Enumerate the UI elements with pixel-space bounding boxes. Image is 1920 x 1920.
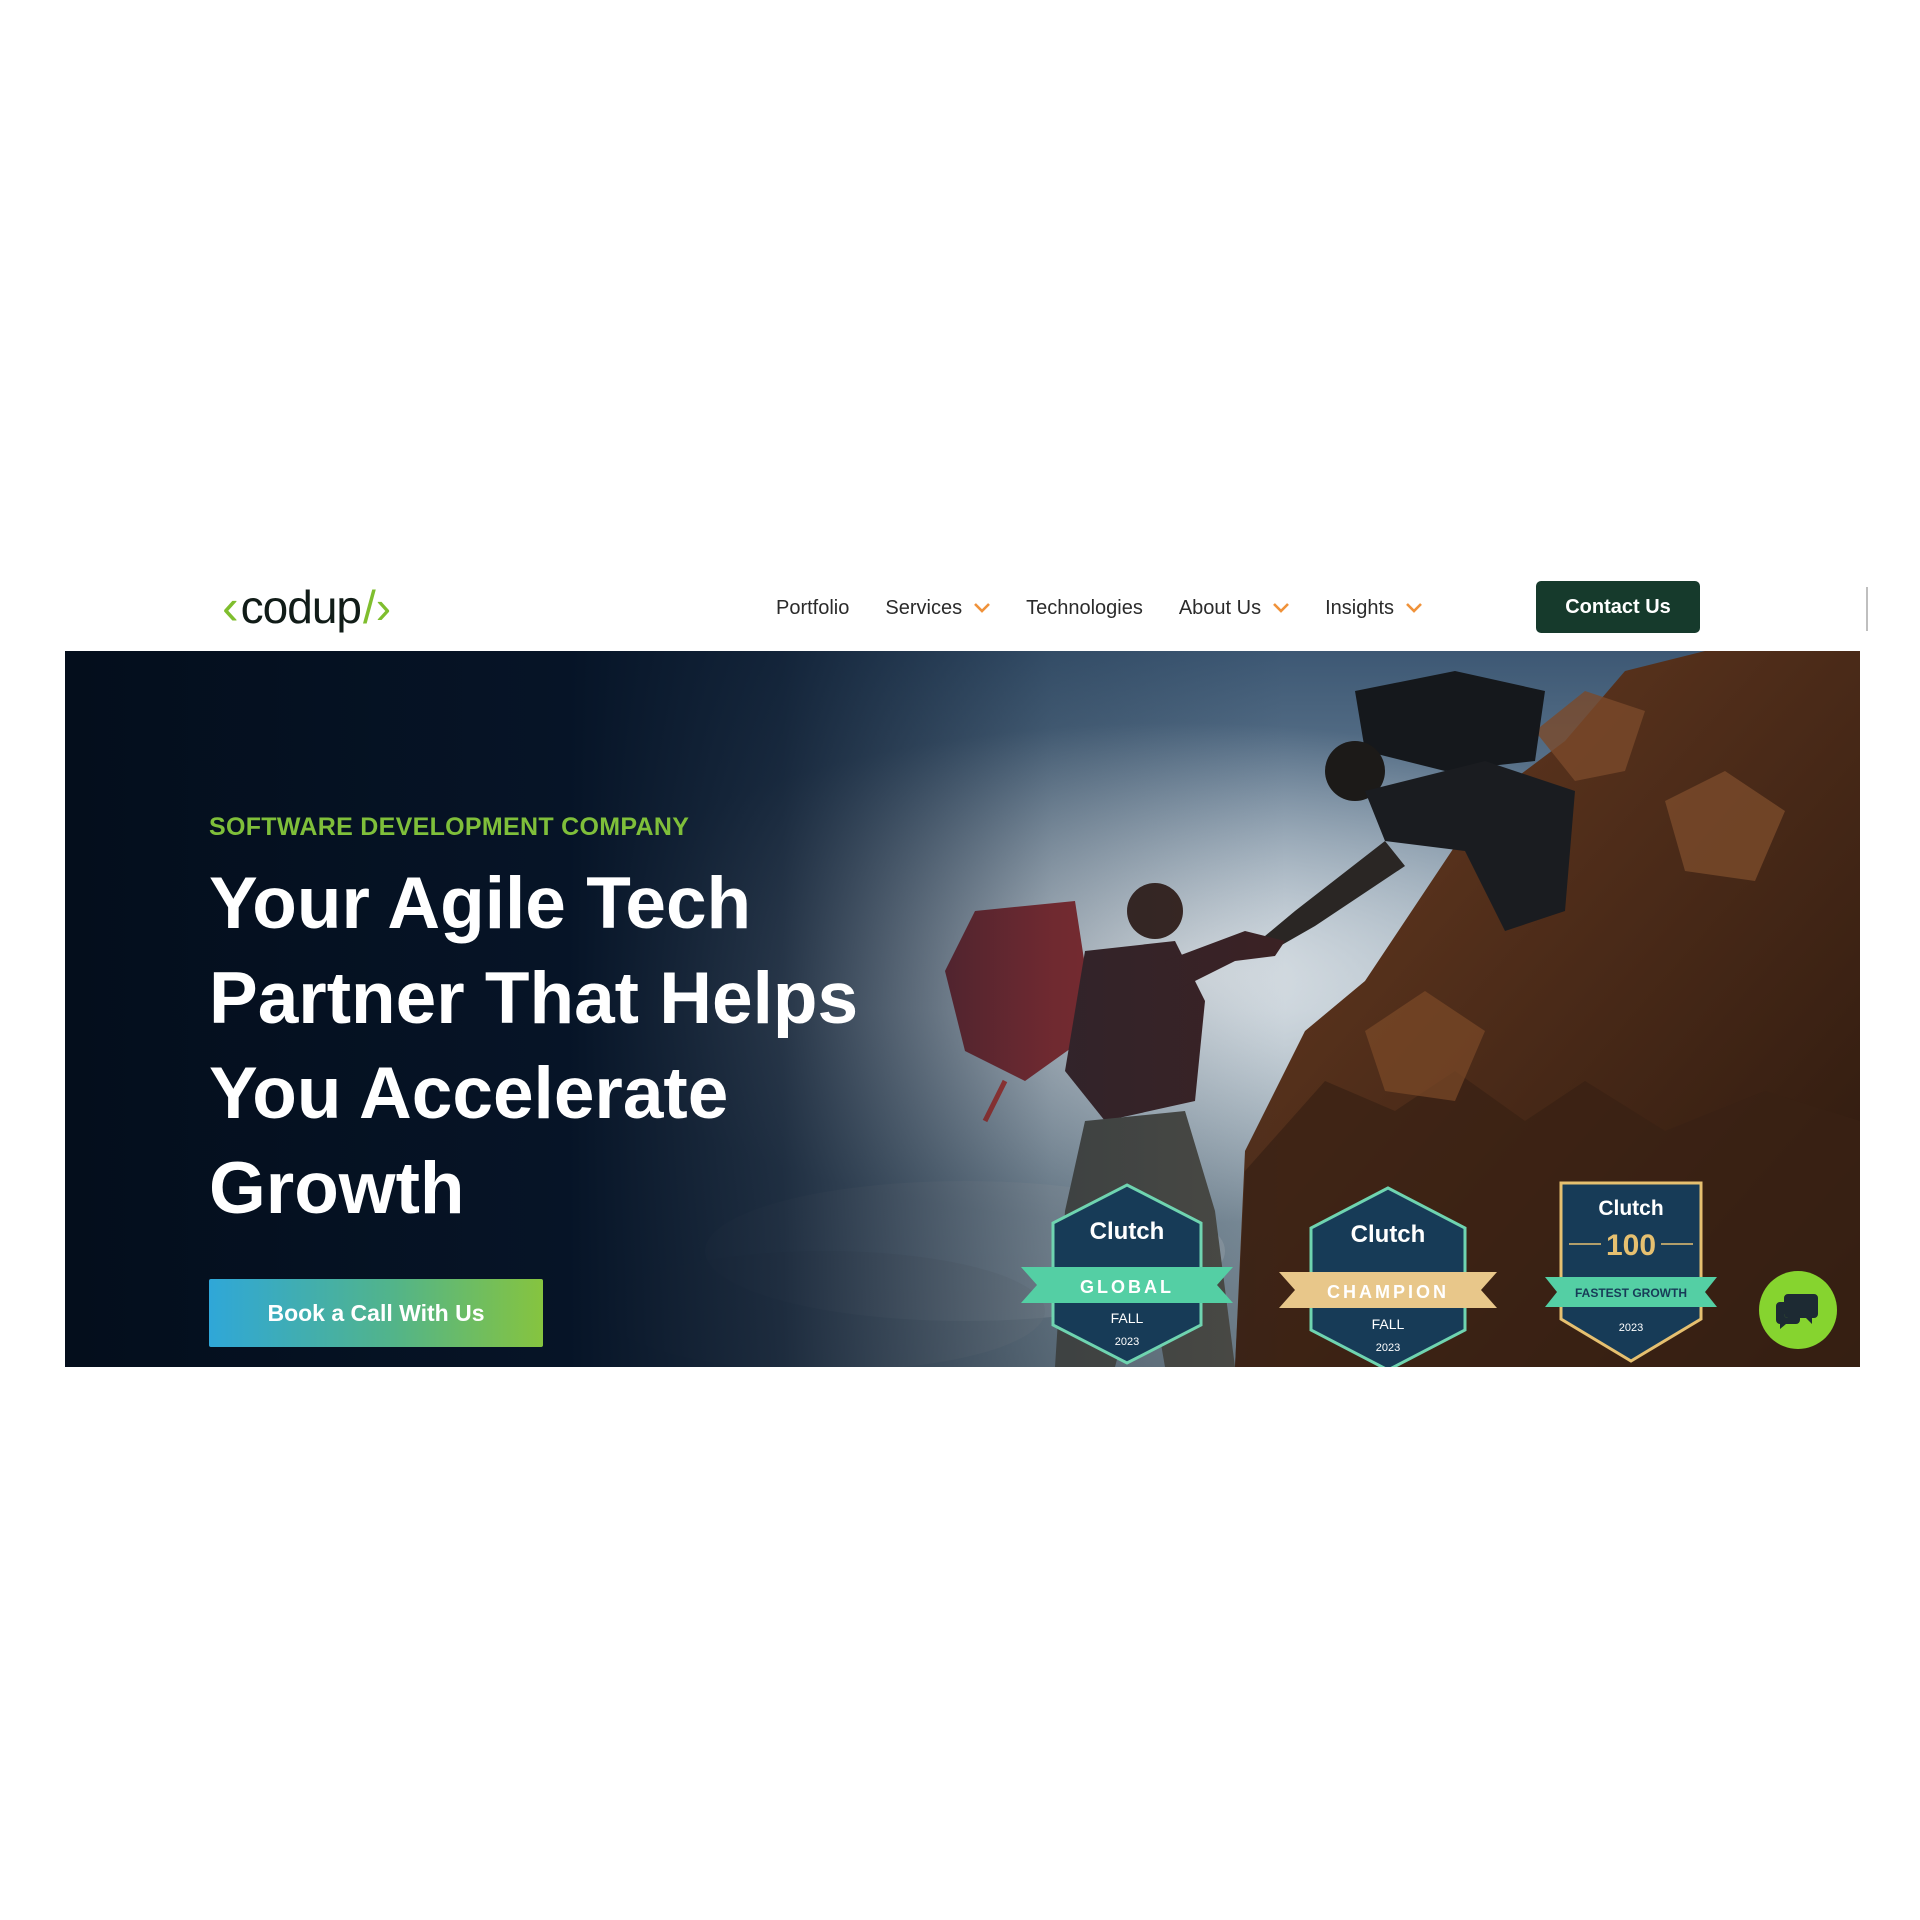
hero-section: SOFTWARE DEVELOPMENT COMPANY Your Agile … <box>65 651 1860 1367</box>
site-header: ‹ codup /› Portfolio Services Technologi… <box>65 563 1868 651</box>
nav-services[interactable]: Services <box>885 597 990 620</box>
clutch-global-badge: Clutch GLOBAL FALL 2023 <box>1017 1181 1237 1367</box>
badge-year: 2023 <box>1619 1322 1643 1334</box>
logo-bracket-close: /› <box>363 581 392 633</box>
badge-year: 2023 <box>1115 1336 1139 1348</box>
hero-headline: Your Agile Tech Partner That Helps You A… <box>209 856 969 1236</box>
nav-insights[interactable]: Insights <box>1325 597 1422 620</box>
logo-wordmark: codup <box>240 581 362 633</box>
main-nav: Portfolio Services Technologies About Us… <box>776 581 1458 635</box>
badge-brand: Clutch <box>1598 1197 1663 1220</box>
nav-technologies-label: Technologies <box>1026 596 1143 619</box>
chat-button[interactable] <box>1759 1271 1837 1349</box>
nav-insights-label: Insights <box>1325 596 1395 619</box>
headline-line: Growth <box>209 1148 465 1229</box>
badge-season: FALL <box>1111 1310 1144 1326</box>
badge-ribbon: CHAMPION <box>1327 1282 1449 1302</box>
headline-line: You Accelerate <box>209 1053 729 1134</box>
badge-season: FALL <box>1372 1316 1405 1332</box>
website-frame: ‹ codup /› Portfolio Services Technologi… <box>65 563 1868 1373</box>
chevron-down-icon <box>1406 603 1422 613</box>
chat-bubble-icon <box>1776 1294 1818 1329</box>
headline-line: Your Agile Tech <box>209 863 752 944</box>
chevron-down-icon <box>1273 603 1290 613</box>
chevron-down-icon <box>974 603 990 613</box>
badge-year: 2023 <box>1376 1342 1400 1354</box>
clutch-champion-badge: Clutch CHAMPION FALL 2023 <box>1275 1184 1501 1367</box>
badge-ribbon: FASTEST GROWTH <box>1575 1286 1687 1300</box>
badge-ribbon: GLOBAL <box>1080 1277 1174 1297</box>
badge-brand: Clutch <box>1090 1218 1165 1245</box>
logo-bracket-open: ‹ <box>222 579 239 635</box>
codup-logo[interactable]: ‹ codup /› <box>222 581 391 633</box>
badge-brand: Clutch <box>1351 1221 1426 1248</box>
nav-technologies[interactable]: Technologies <box>1026 597 1143 620</box>
nav-about-us[interactable]: About Us <box>1178 596 1290 620</box>
contact-us-button[interactable]: Contact Us <box>1536 581 1700 633</box>
hero-eyebrow: SOFTWARE DEVELOPMENT COMPANY <box>209 813 690 841</box>
book-a-call-button[interactable]: Book a Call With Us <box>209 1279 543 1347</box>
scrollbar-edge <box>1866 587 1868 631</box>
headline-line: Partner That Helps <box>209 958 859 1039</box>
nav-about-us-label: About Us <box>1178 596 1262 619</box>
clutch-100-badge: Clutch 100 FASTEST GROWTH 2023 <box>1541 1179 1721 1365</box>
nav-portfolio-label: Portfolio <box>776 596 850 619</box>
nav-services-label: Services <box>885 596 963 619</box>
nav-portfolio[interactable]: Portfolio <box>776 597 849 620</box>
badge-number: 100 <box>1606 1229 1656 1262</box>
